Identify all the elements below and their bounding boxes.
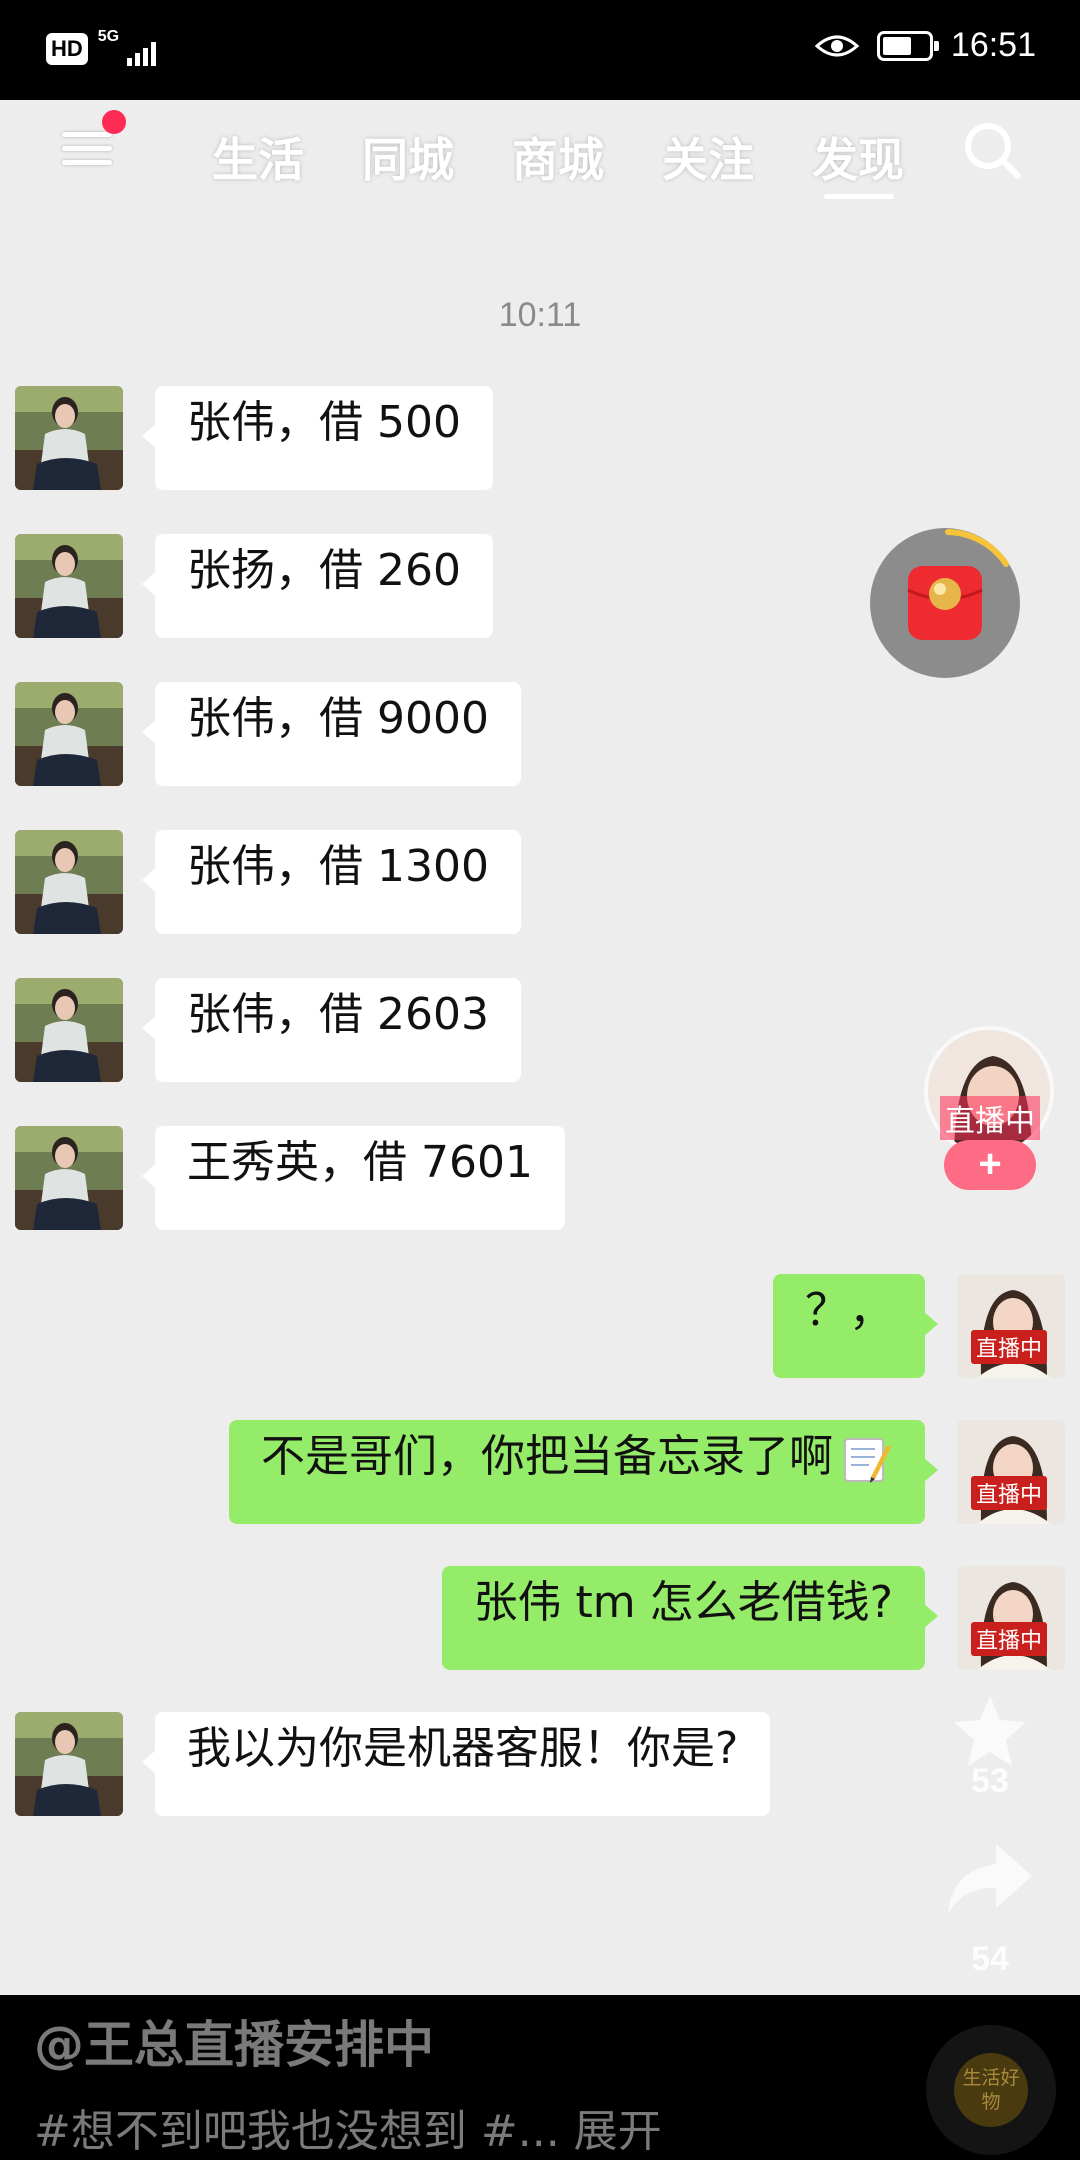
status-bar: HD 5G 16:51 bbox=[0, 0, 1080, 100]
message-text: ？， bbox=[805, 1285, 893, 1336]
message-bubble[interactable]: 张伟，借 500 bbox=[142, 386, 493, 490]
message-text: 张扬，借 260 bbox=[187, 545, 461, 596]
my-avatar[interactable]: 直播中 bbox=[957, 1566, 1065, 1670]
message-bubble[interactable]: 张伟，借 2603 bbox=[142, 978, 521, 1082]
status-right: 16:51 bbox=[814, 26, 1036, 65]
signal-icon: 5G bbox=[98, 28, 156, 66]
red-packet-button[interactable] bbox=[870, 528, 1020, 678]
chat-timestamp: 10:11 bbox=[498, 296, 582, 334]
message-text: 张伟 tm 怎么老借钱? bbox=[473, 1577, 893, 1628]
message-bubble[interactable]: 我以为你是机器客服！你是? bbox=[141, 1712, 771, 1816]
hd-badge: HD bbox=[46, 33, 88, 65]
star-icon[interactable] bbox=[950, 1690, 1030, 1770]
sender-avatar[interactable] bbox=[15, 978, 123, 1082]
message-bubble[interactable]: 王秀英，借 7601 bbox=[142, 1126, 565, 1230]
menu-icon[interactable] bbox=[62, 110, 126, 178]
video-caption: @王总直播安排中 #想不到吧我也没想到 #... 展开 生活好物 bbox=[0, 1995, 1080, 2160]
live-tag: 直播中 bbox=[971, 1476, 1048, 1510]
message-text: 我以为你是机器客服！你是? bbox=[187, 1723, 739, 1774]
my-avatar[interactable]: 直播中 bbox=[957, 1274, 1065, 1378]
red-packet-icon bbox=[907, 529, 1009, 640]
eye-icon bbox=[814, 35, 859, 56]
tab-following[interactable]: 关注 bbox=[662, 124, 754, 190]
status-left: HD 5G bbox=[46, 28, 156, 66]
live-tag: 直播中 bbox=[971, 1622, 1048, 1656]
message-bubble[interactable]: 张伟 tm 怎么老借钱? bbox=[441, 1566, 939, 1670]
message-text: 张伟，借 9000 bbox=[187, 693, 489, 744]
sender-avatar[interactable] bbox=[15, 830, 123, 934]
video-screen[interactable]: 生活 同城 商城 关注 发现 10:11 张伟，借 500 张扬，借 260 张伟，… bbox=[0, 100, 1080, 1995]
follow-button[interactable]: + bbox=[944, 1140, 1036, 1190]
message-bubble[interactable]: 张伟，借 9000 bbox=[142, 682, 521, 786]
tab-mall[interactable]: 商城 bbox=[512, 124, 604, 190]
share-icon[interactable] bbox=[942, 1830, 1038, 1926]
message-bubble[interactable]: 张扬，借 260 bbox=[142, 534, 493, 638]
sender-avatar[interactable] bbox=[15, 1126, 123, 1230]
network-type-label: 5G bbox=[97, 28, 120, 45]
tab-discover[interactable]: 发现 bbox=[812, 124, 904, 190]
message-bubble[interactable]: 张伟，借 1300 bbox=[142, 830, 521, 934]
message-text: 张伟，借 2603 bbox=[187, 989, 489, 1040]
memo-icon bbox=[844, 1438, 891, 1483]
author-name[interactable]: @王总直播安排中 bbox=[34, 2005, 434, 2077]
mall-badge[interactable]: 生活好物 bbox=[926, 2025, 1056, 2155]
sender-avatar[interactable] bbox=[15, 386, 123, 490]
comment-count: 53 bbox=[971, 1762, 1009, 1800]
message-text: 张伟，借 1300 bbox=[187, 841, 489, 892]
message-text: 不是哥们，你把当备忘录了啊 bbox=[261, 1431, 833, 1482]
live-tag: 直播中 bbox=[971, 1330, 1048, 1364]
my-avatar[interactable]: 直播中 bbox=[957, 1420, 1065, 1524]
sender-avatar[interactable] bbox=[15, 534, 123, 638]
status-time: 16:51 bbox=[950, 26, 1036, 64]
sender-avatar[interactable] bbox=[15, 1712, 123, 1816]
message-bubble[interactable]: 不是哥们，你把当备忘录了啊 bbox=[229, 1420, 938, 1524]
tab-life[interactable]: 生活 bbox=[212, 124, 304, 190]
notification-dot bbox=[102, 110, 126, 134]
search-icon[interactable] bbox=[960, 118, 1024, 182]
battery-icon bbox=[876, 30, 939, 61]
message-text: 张伟，借 500 bbox=[187, 397, 461, 448]
tab-local[interactable]: 同城 bbox=[362, 124, 454, 190]
live-label: 直播中 bbox=[940, 1096, 1040, 1140]
active-tab-indicator bbox=[824, 194, 894, 199]
message-text: 王秀英，借 7601 bbox=[187, 1137, 533, 1188]
message-bubble[interactable]: ？， bbox=[773, 1274, 938, 1378]
mall-badge-label: 生活好物 bbox=[954, 2053, 1028, 2127]
share-count: 54 bbox=[971, 1940, 1009, 1978]
sender-avatar[interactable] bbox=[15, 682, 123, 786]
video-description[interactable]: #想不到吧我也没想到 #... 展开 bbox=[34, 2095, 662, 2159]
top-nav: 生活 同城 商城 关注 发现 bbox=[0, 100, 1080, 210]
